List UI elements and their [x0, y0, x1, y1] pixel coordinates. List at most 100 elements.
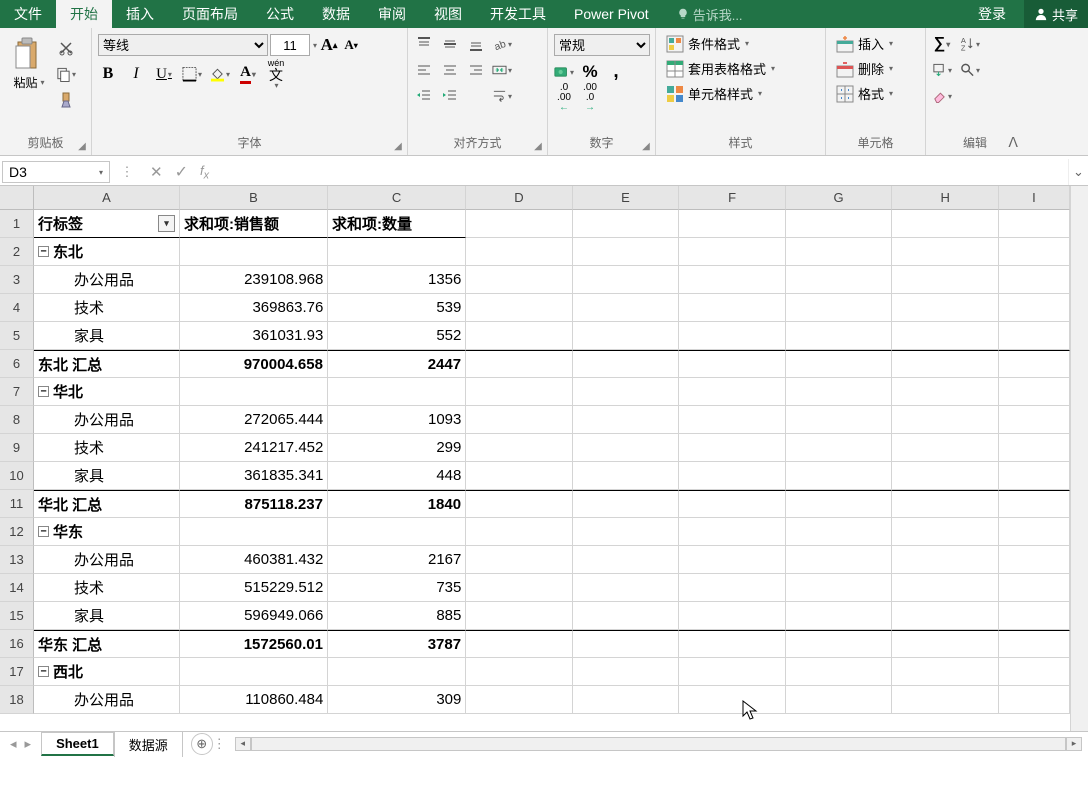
- cell[interactable]: [892, 322, 999, 350]
- menu-insert[interactable]: 插入: [112, 0, 168, 28]
- italic-button[interactable]: I: [126, 64, 146, 84]
- clipboard-launcher[interactable]: ◢: [75, 139, 89, 153]
- cell-c-6[interactable]: 2447: [328, 350, 466, 378]
- cell-c-8[interactable]: 1093: [328, 406, 466, 434]
- cell[interactable]: [999, 238, 1070, 266]
- font-size-input[interactable]: [270, 34, 310, 56]
- cell-a-7[interactable]: −华北: [34, 378, 180, 406]
- cell-b-17[interactable]: [180, 658, 328, 686]
- collapse-icon[interactable]: −: [38, 386, 49, 397]
- cell-a-11[interactable]: 华北 汇总: [34, 490, 180, 518]
- cell[interactable]: [892, 490, 999, 518]
- wrap-text-button[interactable]: ▾: [492, 86, 512, 106]
- cell-b-16[interactable]: 1572560.01: [180, 630, 328, 658]
- column-header-I[interactable]: I: [999, 186, 1070, 210]
- cell[interactable]: [679, 686, 786, 714]
- cell[interactable]: [679, 378, 786, 406]
- row-header-5[interactable]: 5: [0, 322, 34, 350]
- cell[interactable]: [999, 602, 1070, 630]
- cell[interactable]: [892, 574, 999, 602]
- cell-b-2[interactable]: [180, 238, 328, 266]
- bold-button[interactable]: B: [98, 64, 118, 84]
- menu-formulas[interactable]: 公式: [252, 0, 308, 28]
- cell-b-13[interactable]: 460381.432: [180, 546, 328, 574]
- cell[interactable]: [786, 210, 893, 238]
- cell-a-15[interactable]: 家具: [34, 602, 180, 630]
- decrease-font-button[interactable]: A▾: [341, 35, 361, 55]
- menu-file[interactable]: 文件: [0, 0, 56, 28]
- cell[interactable]: [999, 546, 1070, 574]
- cancel-formula-button[interactable]: ✕: [150, 163, 163, 181]
- cell[interactable]: [679, 462, 786, 490]
- cell[interactable]: [786, 630, 893, 658]
- cell-a-9[interactable]: 技术: [34, 434, 180, 462]
- cell[interactable]: [679, 546, 786, 574]
- row-header-2[interactable]: 2: [0, 238, 34, 266]
- row-header-11[interactable]: 11: [0, 490, 34, 518]
- row-header-15[interactable]: 15: [0, 602, 34, 630]
- cell[interactable]: [892, 686, 999, 714]
- cell-c-12[interactable]: [328, 518, 466, 546]
- cell[interactable]: [892, 658, 999, 686]
- cell-c-10[interactable]: 448: [328, 462, 466, 490]
- cell[interactable]: [679, 210, 786, 238]
- cell[interactable]: [786, 350, 893, 378]
- cell-b-5[interactable]: 361031.93: [180, 322, 328, 350]
- cell-b-4[interactable]: 369863.76: [180, 294, 328, 322]
- cell-c-5[interactable]: 552: [328, 322, 466, 350]
- vertical-scrollbar[interactable]: [1070, 186, 1088, 731]
- sheet-tab-sheet1[interactable]: Sheet1: [41, 732, 114, 756]
- row-header-9[interactable]: 9: [0, 434, 34, 462]
- cell[interactable]: [466, 406, 573, 434]
- cell-c-18[interactable]: 309: [328, 686, 466, 714]
- pivot-filter-button[interactable]: [158, 215, 175, 232]
- cell-b-7[interactable]: [180, 378, 328, 406]
- cell[interactable]: [999, 518, 1070, 546]
- cell[interactable]: [466, 462, 573, 490]
- font-color-button[interactable]: A▾: [238, 64, 258, 84]
- cell[interactable]: [466, 322, 573, 350]
- increase-decimal-button[interactable]: .0.00←: [554, 88, 574, 108]
- increase-indent-button[interactable]: [440, 86, 460, 106]
- menu-home[interactable]: 开始: [56, 0, 112, 28]
- percent-button[interactable]: %: [580, 62, 600, 82]
- row-header-10[interactable]: 10: [0, 462, 34, 490]
- cell[interactable]: [679, 434, 786, 462]
- orientation-button[interactable]: ab▾: [492, 34, 512, 54]
- menu-review[interactable]: 审阅: [364, 0, 420, 28]
- sheet-tab-datasource[interactable]: 数据源: [114, 731, 183, 757]
- confirm-formula-button[interactable]: ✓: [175, 162, 188, 182]
- number-format-select[interactable]: 常规: [554, 34, 650, 56]
- cell[interactable]: [466, 686, 573, 714]
- cell[interactable]: [573, 462, 680, 490]
- cell-a-12[interactable]: −华东: [34, 518, 180, 546]
- collapse-icon[interactable]: −: [38, 666, 49, 677]
- menu-page-layout[interactable]: 页面布局: [168, 0, 252, 28]
- column-header-F[interactable]: F: [679, 186, 786, 210]
- menu-power-pivot[interactable]: Power Pivot: [560, 0, 663, 28]
- cell-styles-button[interactable]: 单元格样式▾: [662, 82, 766, 105]
- column-header-D[interactable]: D: [466, 186, 573, 210]
- cell[interactable]: [786, 434, 893, 462]
- row-header-13[interactable]: 13: [0, 546, 34, 574]
- align-right-button[interactable]: [466, 60, 486, 80]
- increase-font-button[interactable]: A▴: [319, 35, 339, 55]
- cell-b-14[interactable]: 515229.512: [180, 574, 328, 602]
- column-header-B[interactable]: B: [180, 186, 328, 210]
- cell[interactable]: [466, 294, 573, 322]
- cell-a-16[interactable]: 华东 汇总: [34, 630, 180, 658]
- accounting-format-button[interactable]: ▾: [554, 62, 574, 82]
- find-select-button[interactable]: ▾: [960, 60, 980, 80]
- row-header-18[interactable]: 18: [0, 686, 34, 714]
- pivot-header-qty[interactable]: 求和项:数量: [328, 210, 466, 238]
- cell-c-16[interactable]: 3787: [328, 630, 466, 658]
- row-header-6[interactable]: 6: [0, 350, 34, 378]
- cell[interactable]: [573, 490, 680, 518]
- cell[interactable]: [999, 630, 1070, 658]
- cell[interactable]: [466, 434, 573, 462]
- decrease-decimal-button[interactable]: .00.0→: [580, 88, 600, 108]
- align-bottom-button[interactable]: [466, 34, 486, 54]
- row-header-14[interactable]: 14: [0, 574, 34, 602]
- row-header-8[interactable]: 8: [0, 406, 34, 434]
- sort-filter-button[interactable]: AZ▾: [960, 34, 980, 54]
